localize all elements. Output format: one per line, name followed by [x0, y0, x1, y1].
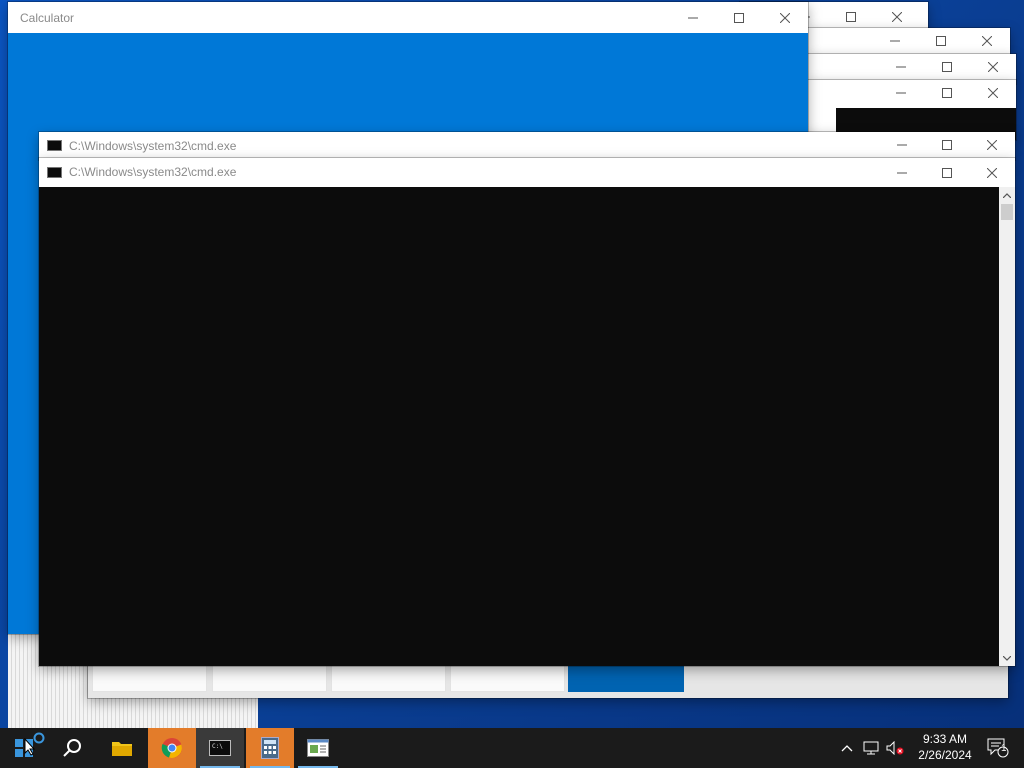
minimize-button[interactable]	[879, 158, 925, 187]
maximize-button[interactable]	[924, 132, 970, 158]
maximize-button[interactable]	[924, 80, 970, 106]
chevron-up-icon	[841, 745, 853, 752]
calculator-icon	[261, 737, 279, 759]
app-window-icon	[307, 739, 329, 757]
cmd-window-back[interactable]: C:\Windows\system32\cmd.exe	[39, 132, 1015, 160]
close-button[interactable]	[969, 158, 1015, 187]
action-center-button[interactable]: 1	[978, 728, 1018, 768]
vertical-scrollbar[interactable]	[999, 187, 1015, 666]
app-button[interactable]	[294, 728, 342, 768]
cmd-front-title: C:\Windows\system32\cmd.exe	[69, 165, 237, 179]
minimize-button[interactable]	[670, 2, 716, 33]
calculator-button[interactable]	[246, 728, 294, 768]
cmd-icon	[47, 140, 62, 151]
close-button[interactable]	[970, 80, 1016, 106]
close-button[interactable]	[762, 2, 808, 33]
cmd-window-front[interactable]: C:\Windows\system32\cmd.exe	[39, 158, 1015, 666]
taskbar: C:\ 9:33 AM 2/26/2024 1	[0, 728, 1024, 768]
maximize-button[interactable]	[918, 28, 964, 54]
file-explorer-button[interactable]	[98, 728, 146, 768]
calc-key[interactable]	[92, 662, 207, 692]
chrome-button[interactable]	[148, 728, 196, 768]
search-button[interactable]	[48, 728, 96, 768]
scroll-up-arrow[interactable]	[999, 187, 1015, 203]
cmd-back-titlebar[interactable]: C:\Windows\system32\cmd.exe	[39, 132, 1015, 158]
network-icon	[863, 741, 879, 755]
calc-equals-key[interactable]	[568, 662, 684, 692]
minimize-button[interactable]	[872, 28, 918, 54]
background-window-4[interactable]	[808, 80, 1016, 140]
network-button[interactable]	[860, 728, 882, 768]
cmd-front-titlebar[interactable]: C:\Windows\system32\cmd.exe	[39, 158, 1015, 187]
start-button[interactable]	[0, 728, 48, 768]
maximize-button[interactable]	[716, 2, 762, 33]
svg-text:C:\: C:\	[212, 743, 223, 750]
console-output[interactable]	[39, 187, 999, 666]
minimize-button[interactable]	[878, 80, 924, 106]
cmd-icon: C:\	[209, 740, 231, 756]
maximize-button[interactable]	[924, 158, 970, 187]
loading-ring-icon	[33, 732, 45, 744]
scroll-down-arrow[interactable]	[999, 650, 1015, 666]
scroll-thumb[interactable]	[1001, 204, 1013, 220]
clock-time: 9:33 AM	[922, 732, 968, 746]
chrome-icon	[161, 738, 182, 758]
maximize-button[interactable]	[924, 54, 970, 80]
clock-date: 2/26/2024	[918, 748, 972, 762]
clock[interactable]: 9:33 AM 2/26/2024	[910, 728, 980, 768]
cmd-back-title: C:\Windows\system32\cmd.exe	[69, 139, 237, 153]
close-button[interactable]	[964, 28, 1010, 54]
close-button[interactable]	[970, 54, 1016, 80]
cmd-icon	[47, 167, 62, 178]
search-icon	[63, 739, 81, 757]
calc-key[interactable]	[331, 662, 446, 692]
calculator-title: Calculator	[20, 11, 75, 25]
calculator-titlebar[interactable]: Calculator	[8, 2, 808, 33]
show-hidden-icons-button[interactable]	[838, 728, 856, 768]
calc-key[interactable]	[450, 662, 565, 692]
minimize-button[interactable]	[878, 54, 924, 80]
notification-count: 1	[1001, 743, 1007, 754]
close-button[interactable]	[969, 132, 1015, 158]
volume-button[interactable]	[884, 728, 906, 768]
minimize-button[interactable]	[879, 132, 925, 158]
volume-muted-icon	[886, 741, 904, 755]
folder-icon	[112, 742, 132, 756]
calc-key[interactable]	[212, 662, 327, 692]
command-prompt-button[interactable]: C:\	[196, 728, 244, 768]
